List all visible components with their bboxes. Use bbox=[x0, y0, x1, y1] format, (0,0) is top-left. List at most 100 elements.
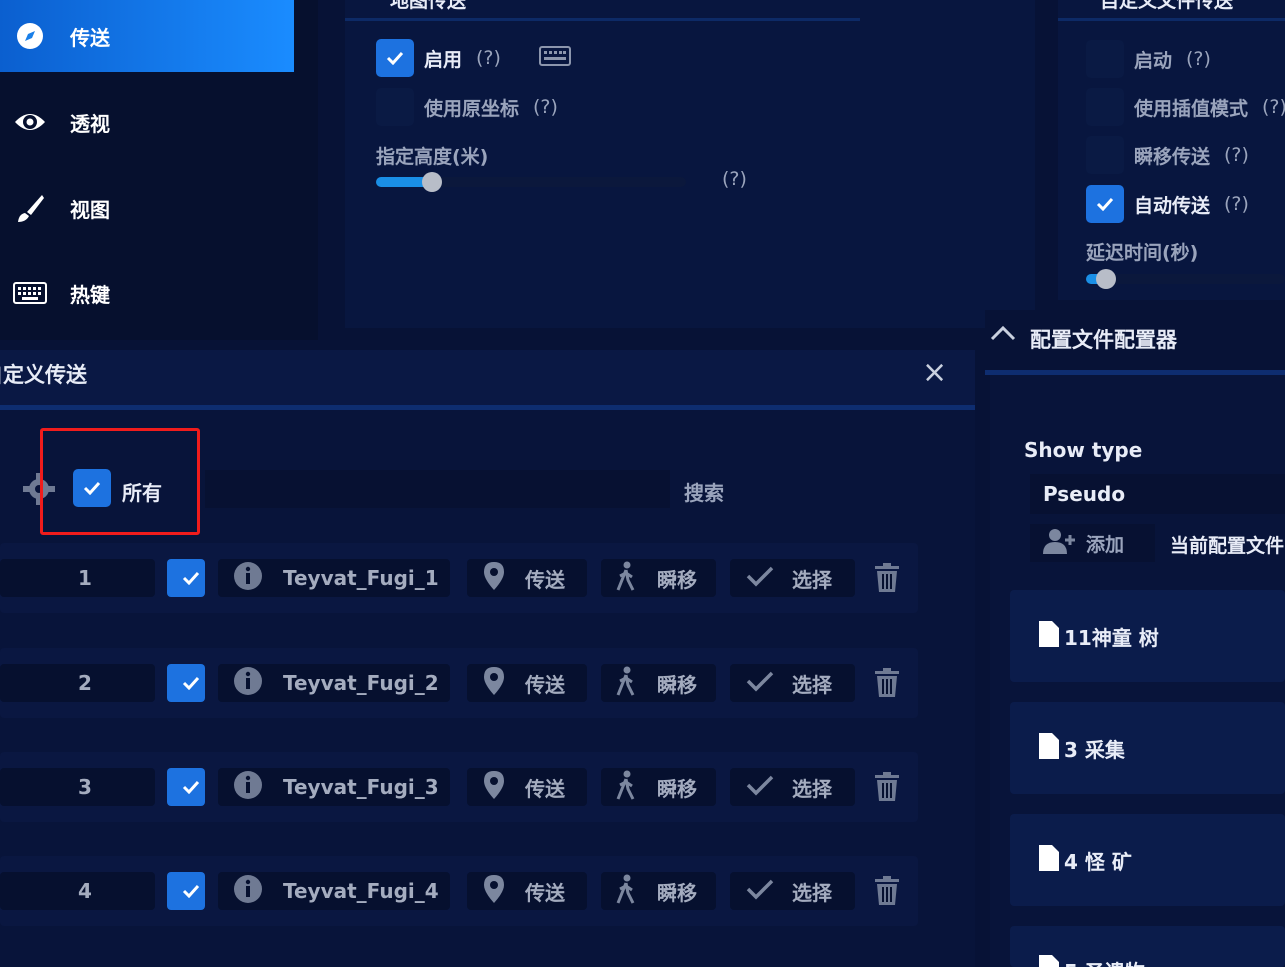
row-teleport-button[interactable]: 传送 bbox=[467, 559, 587, 597]
walk-icon bbox=[615, 874, 637, 908]
walk-icon bbox=[615, 770, 637, 804]
info-icon[interactable] bbox=[233, 666, 263, 700]
row-select-label: 选择 bbox=[792, 776, 832, 801]
enable-row: 启用 (?) bbox=[376, 39, 571, 77]
trash-icon[interactable] bbox=[866, 872, 908, 910]
sidebar-item-hotkeys[interactable]: 热键 bbox=[0, 257, 294, 329]
row-blink-button[interactable]: 瞬移 bbox=[601, 559, 716, 597]
keyboard-icon[interactable] bbox=[538, 46, 571, 70]
info-icon[interactable] bbox=[233, 561, 263, 595]
row-select-button[interactable]: 选择 bbox=[730, 559, 855, 597]
row-checkbox[interactable] bbox=[167, 872, 205, 910]
row-checkbox[interactable] bbox=[167, 559, 205, 597]
add-profile-button[interactable]: 添加 bbox=[1030, 524, 1155, 562]
row-blink-button[interactable]: 瞬移 bbox=[601, 664, 716, 702]
row-teleport-button[interactable]: 传送 bbox=[467, 664, 587, 702]
info-icon[interactable] bbox=[233, 874, 263, 908]
row-blink-label: 瞬移 bbox=[657, 880, 697, 905]
row-name-field[interactable]: Teyvat_Fugi_1 bbox=[218, 559, 450, 597]
show-type-select[interactable]: Pseudo bbox=[1030, 474, 1285, 514]
row-blink-label: 瞬移 bbox=[657, 672, 697, 697]
trash-icon[interactable] bbox=[866, 559, 908, 597]
divider bbox=[1058, 18, 1285, 21]
use-orig-coords-checkbox[interactable] bbox=[376, 88, 414, 126]
row-teleport-button[interactable]: 传送 bbox=[467, 872, 587, 910]
row-select-label: 选择 bbox=[792, 880, 832, 905]
row-teleport-label: 传送 bbox=[525, 567, 565, 592]
current-profile-label: 当前配置文件 bbox=[1170, 535, 1285, 557]
trash-icon[interactable] bbox=[866, 768, 908, 806]
row-index: 2 bbox=[78, 671, 92, 695]
highlight-box bbox=[40, 428, 200, 535]
use-orig-coords-label: 使用原坐标 bbox=[424, 97, 520, 120]
enable-checkbox[interactable] bbox=[376, 39, 414, 77]
blink-teleport-checkbox[interactable] bbox=[1086, 136, 1124, 174]
info-icon[interactable] bbox=[233, 770, 263, 804]
help-icon[interactable]: (?) bbox=[1186, 48, 1211, 70]
row-select-button[interactable]: 选择 bbox=[730, 872, 855, 910]
row-index-field[interactable]: 1 bbox=[0, 559, 155, 597]
row-blink-button[interactable]: 瞬移 bbox=[601, 768, 716, 806]
add-label: 添加 bbox=[1086, 533, 1125, 556]
checkmark-icon bbox=[746, 878, 774, 904]
row-teleport-label: 传送 bbox=[525, 776, 565, 801]
use-orig-coords-row: 使用原坐标 (?) bbox=[376, 88, 558, 126]
help-icon[interactable]: (?) bbox=[722, 168, 747, 190]
custom-teleport-header bbox=[0, 350, 975, 410]
row-select-button[interactable]: 选择 bbox=[730, 768, 855, 806]
window-title: 自定义传送 bbox=[0, 363, 87, 387]
sidebar-item-esp[interactable]: 透视 bbox=[0, 86, 294, 158]
row-name-field[interactable]: Teyvat_Fugi_3 bbox=[218, 768, 450, 806]
help-icon[interactable]: (?) bbox=[1224, 144, 1249, 166]
help-icon[interactable]: (?) bbox=[476, 47, 501, 69]
height-label: 指定高度(米) bbox=[376, 146, 489, 168]
table-row: 3 Teyvat_Fugi_3 传送 瞬移 选择 bbox=[0, 752, 918, 822]
option-row: 启动 (?) bbox=[1086, 40, 1211, 78]
row-blink-button[interactable]: 瞬移 bbox=[601, 872, 716, 910]
show-type-value: Pseudo bbox=[1043, 482, 1126, 506]
file-icon bbox=[1038, 732, 1060, 764]
table-row: 1 Teyvat_Fugi_1 传送 瞬移 选择 bbox=[0, 543, 918, 613]
help-icon[interactable]: (?) bbox=[1262, 96, 1285, 118]
slider-thumb[interactable] bbox=[422, 172, 442, 192]
sidebar-item-view[interactable]: 视图 bbox=[0, 172, 294, 244]
row-name-field[interactable]: Teyvat_Fugi_4 bbox=[218, 872, 450, 910]
profile-file-item[interactable]: 3 采集 bbox=[1010, 702, 1285, 794]
sidebar-item-teleport[interactable]: 传送 bbox=[0, 0, 294, 72]
row-teleport-label: 传送 bbox=[525, 672, 565, 697]
sidebar-item-label: 透视 bbox=[70, 111, 110, 136]
start-checkbox[interactable] bbox=[1086, 40, 1124, 78]
map-pin-icon bbox=[483, 770, 505, 804]
profile-file-item[interactable]: 4 怪 矿 bbox=[1010, 814, 1285, 906]
option-label: 启动 bbox=[1134, 49, 1173, 72]
interpolation-checkbox[interactable] bbox=[1086, 88, 1124, 126]
row-index-field[interactable]: 4 bbox=[0, 872, 155, 910]
row-name-field[interactable]: Teyvat_Fugi_2 bbox=[218, 664, 450, 702]
option-row: 瞬移传送 (?) bbox=[1086, 136, 1249, 174]
checkmark-icon bbox=[746, 565, 774, 591]
close-icon[interactable]: × bbox=[922, 358, 947, 388]
search-input[interactable] bbox=[205, 470, 670, 508]
sidebar-item-label: 视图 bbox=[70, 197, 110, 222]
row-index: 3 bbox=[78, 775, 92, 799]
slider-thumb[interactable] bbox=[1096, 269, 1116, 289]
row-checkbox[interactable] bbox=[167, 664, 205, 702]
help-icon[interactable]: (?) bbox=[1224, 193, 1249, 215]
row-index-field[interactable]: 2 bbox=[0, 664, 155, 702]
row-select-button[interactable]: 选择 bbox=[730, 664, 855, 702]
file-icon bbox=[1038, 954, 1060, 967]
trash-icon[interactable] bbox=[866, 664, 908, 702]
help-icon[interactable]: (?) bbox=[533, 96, 558, 118]
sidebar-item-label: 传送 bbox=[70, 25, 110, 50]
row-teleport-button[interactable]: 传送 bbox=[467, 768, 587, 806]
walk-icon bbox=[615, 666, 637, 700]
auto-teleport-checkbox[interactable] bbox=[1086, 185, 1124, 223]
file-icon bbox=[1038, 620, 1060, 652]
profile-file-item[interactable]: 11神童 树 bbox=[1010, 590, 1285, 682]
row-index-field[interactable]: 3 bbox=[0, 768, 155, 806]
file-name: 5 圣遗物 bbox=[1064, 956, 1145, 967]
file-name: 3 采集 bbox=[1064, 737, 1125, 762]
chevron-up-icon[interactable] bbox=[990, 324, 1016, 346]
row-checkbox[interactable] bbox=[167, 768, 205, 806]
profile-file-item[interactable]: 5 圣遗物 bbox=[1010, 926, 1285, 967]
